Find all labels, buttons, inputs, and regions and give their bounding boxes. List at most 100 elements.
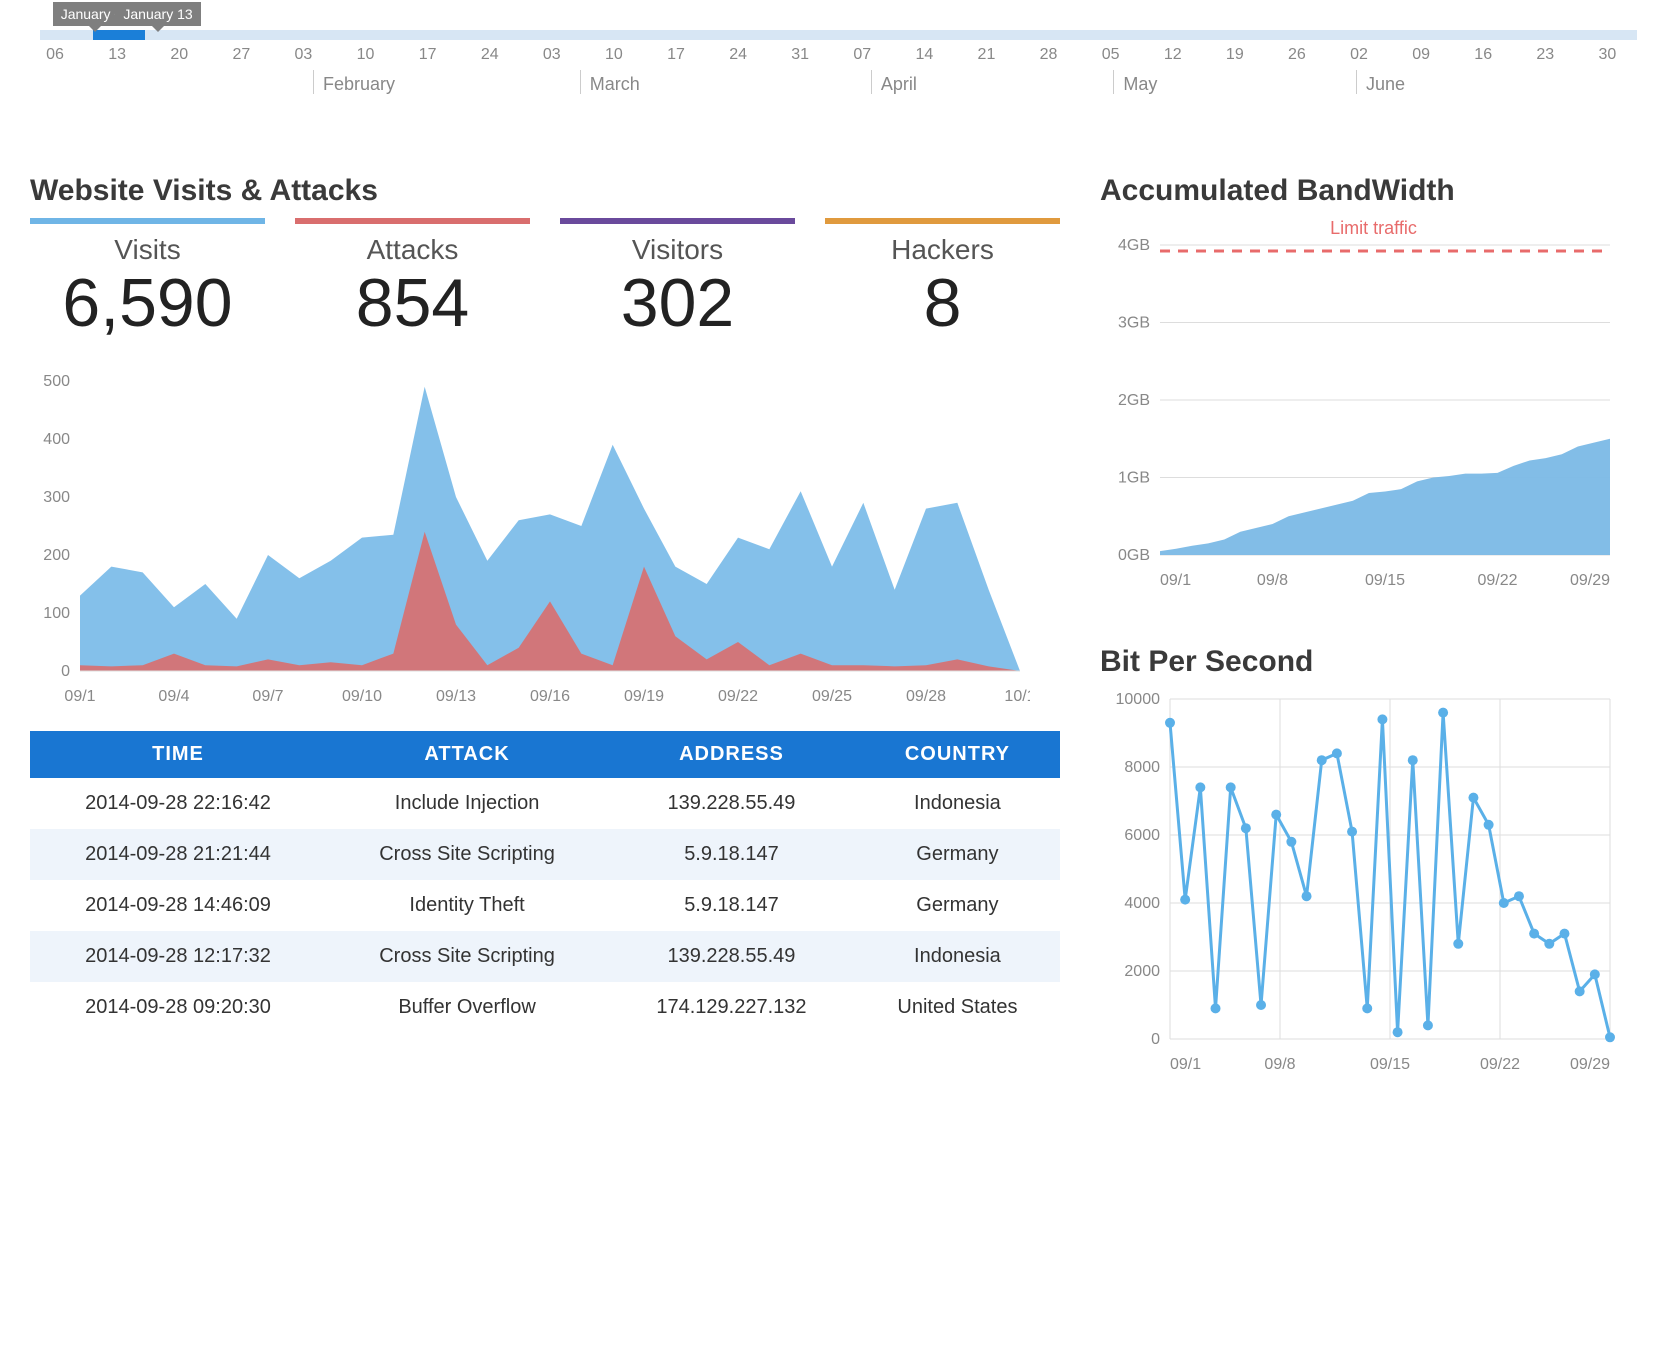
timeline-tick: 28 xyxy=(1040,46,1058,64)
svg-text:0: 0 xyxy=(61,663,70,680)
timeline-tick: 17 xyxy=(667,46,685,64)
stats-row: Visits6,590Attacks854Visitors302Hackers8 xyxy=(30,218,1060,341)
table-header: ADDRESS xyxy=(608,731,855,778)
svg-text:09/16: 09/16 xyxy=(530,688,570,705)
table-row: 2014-09-28 14:46:09Identity Theft5.9.18.… xyxy=(30,880,1060,931)
svg-text:10000: 10000 xyxy=(1116,691,1161,708)
svg-text:6000: 6000 xyxy=(1124,827,1160,844)
svg-text:09/8: 09/8 xyxy=(1257,572,1288,589)
svg-text:09/10: 09/10 xyxy=(342,688,382,705)
timeline-tick: 27 xyxy=(232,46,250,64)
table-header: COUNTRY xyxy=(855,731,1060,778)
table-row: 2014-09-28 22:16:42Include Injection139.… xyxy=(30,778,1060,829)
svg-text:09/13: 09/13 xyxy=(436,688,476,705)
stat-value: 302 xyxy=(560,266,795,341)
stat-value: 6,590 xyxy=(30,266,265,341)
timeline-tick: 30 xyxy=(1598,46,1616,64)
timeline-tick: 16 xyxy=(1474,46,1492,64)
table-row: 2014-09-28 21:21:44Cross Site Scripting5… xyxy=(30,829,1060,880)
svg-text:2GB: 2GB xyxy=(1118,392,1150,409)
stat-value: 8 xyxy=(825,266,1060,341)
table-header: ATTACK xyxy=(326,731,608,778)
bps-chart[interactable]: 0 2000 4000 6000 8000 10000 09/1 09/8 09/15 09/22… xyxy=(1100,689,1647,1079)
timeline-tick: 20 xyxy=(170,46,188,64)
timeline-tick: 24 xyxy=(729,46,747,64)
timeline-tick: 05 xyxy=(1102,46,1120,64)
svg-text:09/1: 09/1 xyxy=(64,688,95,705)
stat-label: Attacks xyxy=(295,234,530,266)
timeline-tick: 07 xyxy=(853,46,871,64)
svg-text:4000: 4000 xyxy=(1124,895,1160,912)
svg-text:09/1: 09/1 xyxy=(1160,572,1191,589)
timeline-tick: 12 xyxy=(1164,46,1182,64)
svg-text:8000: 8000 xyxy=(1124,759,1160,776)
timeline-tick: 02 xyxy=(1350,46,1368,64)
stat-label: Visits xyxy=(30,234,265,266)
stat-visits: Visits6,590 xyxy=(30,218,265,341)
timeline-tick: 09 xyxy=(1412,46,1430,64)
timeline-tick: 10 xyxy=(605,46,623,64)
stat-value: 854 xyxy=(295,266,530,341)
timeline-tick: 03 xyxy=(543,46,561,64)
timeline-track[interactable]: January 06 January 13 xyxy=(40,30,1637,40)
visits-attacks-chart[interactable]: 0 100 200 300 400 500 09/1 09/4 09/7 09/10 09/13 09… xyxy=(30,371,1060,711)
svg-text:09/22: 09/22 xyxy=(1477,572,1517,589)
svg-text:0: 0 xyxy=(1151,1031,1160,1048)
table-header: TIME xyxy=(30,731,326,778)
svg-text:100: 100 xyxy=(43,605,70,622)
svg-text:09/4: 09/4 xyxy=(158,688,189,705)
svg-text:09/7: 09/7 xyxy=(252,688,283,705)
svg-text:09/29: 09/29 xyxy=(1570,1056,1610,1073)
bandwidth-title: Accumulated BandWidth xyxy=(1100,174,1647,208)
timeline-month-label: February xyxy=(323,74,395,95)
svg-text:500: 500 xyxy=(43,373,70,390)
timeline-tick: 21 xyxy=(978,46,996,64)
svg-text:09/28: 09/28 xyxy=(906,688,946,705)
timeline-month-label: March xyxy=(590,74,640,95)
stat-hackers: Hackers8 xyxy=(825,218,1060,341)
timeline-tick: 03 xyxy=(295,46,313,64)
svg-text:09/29: 09/29 xyxy=(1570,572,1610,589)
bps-title: Bit Per Second xyxy=(1100,645,1647,679)
timeline-tick: 26 xyxy=(1288,46,1306,64)
range-end-label: January 13 xyxy=(115,2,200,26)
svg-text:400: 400 xyxy=(43,431,70,448)
timeline-tick: 19 xyxy=(1226,46,1244,64)
svg-text:300: 300 xyxy=(43,489,70,506)
timeline-tick: 31 xyxy=(791,46,809,64)
timeline-tick: 23 xyxy=(1536,46,1554,64)
stats-title: Website Visits & Attacks xyxy=(30,174,1060,208)
table-row: 2014-09-28 12:17:32Cross Site Scripting1… xyxy=(30,931,1060,982)
bandwidth-chart[interactable]: 0GB1GB2GB3GB4GB09/109/809/1509/2209/29 xyxy=(1100,235,1647,595)
svg-text:09/25: 09/25 xyxy=(812,688,852,705)
timeline-tick: 24 xyxy=(481,46,499,64)
svg-text:09/8: 09/8 xyxy=(1264,1056,1295,1073)
timeline-tick: 10 xyxy=(357,46,375,64)
svg-text:10/1: 10/1 xyxy=(1004,688,1030,705)
attacks-table: TIMEATTACKADDRESSCOUNTRY 2014-09-28 22:1… xyxy=(30,731,1060,1033)
svg-text:0GB: 0GB xyxy=(1118,547,1150,564)
timeline-month-label: June xyxy=(1366,74,1405,95)
svg-text:200: 200 xyxy=(43,547,70,564)
svg-text:09/22: 09/22 xyxy=(1480,1056,1520,1073)
stat-visitors: Visitors302 xyxy=(560,218,795,341)
svg-text:09/15: 09/15 xyxy=(1370,1056,1410,1073)
stat-label: Visitors xyxy=(560,234,795,266)
timeline-slider[interactable]: January 06 January 13 06 13 20 27 03 10 17 24 03… xyxy=(30,0,1647,134)
timeline-tick: 14 xyxy=(915,46,933,64)
stat-label: Hackers xyxy=(825,234,1060,266)
timeline-month-label: April xyxy=(881,74,917,95)
svg-text:09/22: 09/22 xyxy=(718,688,758,705)
timeline-tick: 06 xyxy=(46,46,64,64)
timeline-tick: 17 xyxy=(419,46,437,64)
stat-attacks: Attacks854 xyxy=(295,218,530,341)
svg-text:3GB: 3GB xyxy=(1118,315,1150,332)
timeline-tick: 13 xyxy=(108,46,126,64)
svg-text:2000: 2000 xyxy=(1124,963,1160,980)
svg-text:09/19: 09/19 xyxy=(624,688,664,705)
svg-text:09/1: 09/1 xyxy=(1170,1056,1201,1073)
table-row: 2014-09-28 09:20:30Buffer Overflow174.12… xyxy=(30,982,1060,1033)
svg-text:4GB: 4GB xyxy=(1118,237,1150,254)
timeline-month-label: May xyxy=(1123,74,1157,95)
svg-text:09/15: 09/15 xyxy=(1365,572,1405,589)
